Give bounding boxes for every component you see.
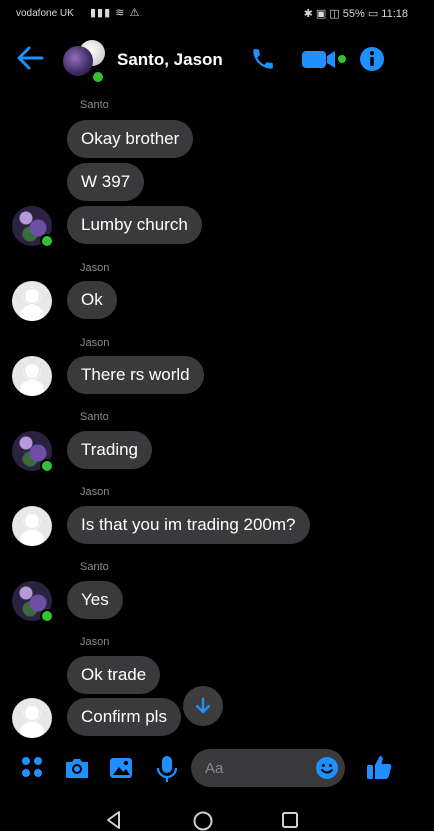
message-input[interactable]: Aa <box>191 749 345 787</box>
signal-wifi-icons: ▮▮▮ ≋ ⚠ <box>90 7 141 19</box>
online-indicator <box>40 234 54 248</box>
message-bubble[interactable]: Ok trade <box>67 656 161 694</box>
emoji-icon[interactable] <box>315 756 339 780</box>
home-circle-icon[interactable] <box>192 810 214 831</box>
recents-square-icon[interactable] <box>281 811 299 829</box>
message-bubble[interactable]: Is that you im trading 200m? <box>67 506 310 544</box>
status-right: ✱ ▣ ◫ 55% ▭ 11:18 <box>304 7 408 20</box>
avatar-jason[interactable] <box>12 506 52 546</box>
sender-name: Jason <box>80 636 110 648</box>
message-bubble[interactable]: There rs world <box>67 356 204 394</box>
status-bar: vodafone UK ▮▮▮ ≋ ⚠ ✱ ▣ ◫ 55% ▭ 11:18 <box>0 0 434 26</box>
battery-percent: 55% <box>342 8 365 20</box>
avatar-santo[interactable] <box>12 581 54 623</box>
camera-icon[interactable] <box>63 755 91 781</box>
message-bubble[interactable]: Lumby church <box>67 206 202 244</box>
message-bubble[interactable]: Confirm pls <box>67 698 181 736</box>
thumbs-up-icon[interactable] <box>365 753 393 781</box>
sender-name: Jason <box>80 337 110 349</box>
messenger-screen: vodafone UK ▮▮▮ ≋ ⚠ ✱ ▣ ◫ 55% ▭ 11:18 Sa… <box>0 0 434 831</box>
system-nav-bar <box>0 800 434 831</box>
arrow-left-icon[interactable] <box>14 42 46 74</box>
sender-name: Santo <box>80 561 109 573</box>
scroll-to-bottom-button[interactable] <box>183 686 223 726</box>
message-bubble[interactable]: Okay brother <box>67 120 194 158</box>
message-bubble[interactable]: W 397 <box>67 163 145 201</box>
microphone-icon[interactable] <box>156 755 178 783</box>
status-icons: ✱ ▣ ◫ <box>303 8 343 20</box>
message-bubble[interactable]: Ok <box>67 281 117 319</box>
sender-name: Jason <box>80 262 110 274</box>
avatar-jason[interactable] <box>12 356 52 396</box>
composer-bar: Aa <box>0 745 434 791</box>
message-bubble[interactable]: Yes <box>67 581 123 619</box>
back-triangle-icon[interactable] <box>104 810 124 830</box>
info-icon[interactable] <box>359 46 385 72</box>
carrier-name: vodafone UK <box>16 8 74 19</box>
avatar-santo[interactable] <box>12 206 54 248</box>
online-indicator <box>40 609 54 623</box>
group-avatar[interactable] <box>63 40 105 84</box>
sender-name: Jason <box>80 486 110 498</box>
battery-icon: ▭ <box>367 8 382 20</box>
apps-icon[interactable] <box>20 755 44 779</box>
sender-name: Santo <box>80 411 109 423</box>
group-avatar-santo <box>63 46 93 76</box>
avatar-santo[interactable] <box>12 431 54 473</box>
chat-header: Santo, Jason <box>0 30 434 90</box>
clock: 11:18 <box>381 8 408 20</box>
online-indicator <box>91 70 105 84</box>
phone-icon[interactable] <box>250 46 276 72</box>
sender-name: Santo <box>80 99 109 111</box>
message-input-placeholder: Aa <box>205 760 224 777</box>
avatar-jason[interactable] <box>12 698 52 738</box>
gallery-icon[interactable] <box>108 755 134 781</box>
message-bubble[interactable]: Trading <box>67 431 153 469</box>
arrow-down-icon <box>195 697 211 714</box>
avatar-jason[interactable] <box>12 281 52 321</box>
chat-title[interactable]: Santo, Jason <box>117 50 223 70</box>
online-indicator <box>40 459 54 473</box>
video-camera-icon[interactable] <box>300 46 348 72</box>
